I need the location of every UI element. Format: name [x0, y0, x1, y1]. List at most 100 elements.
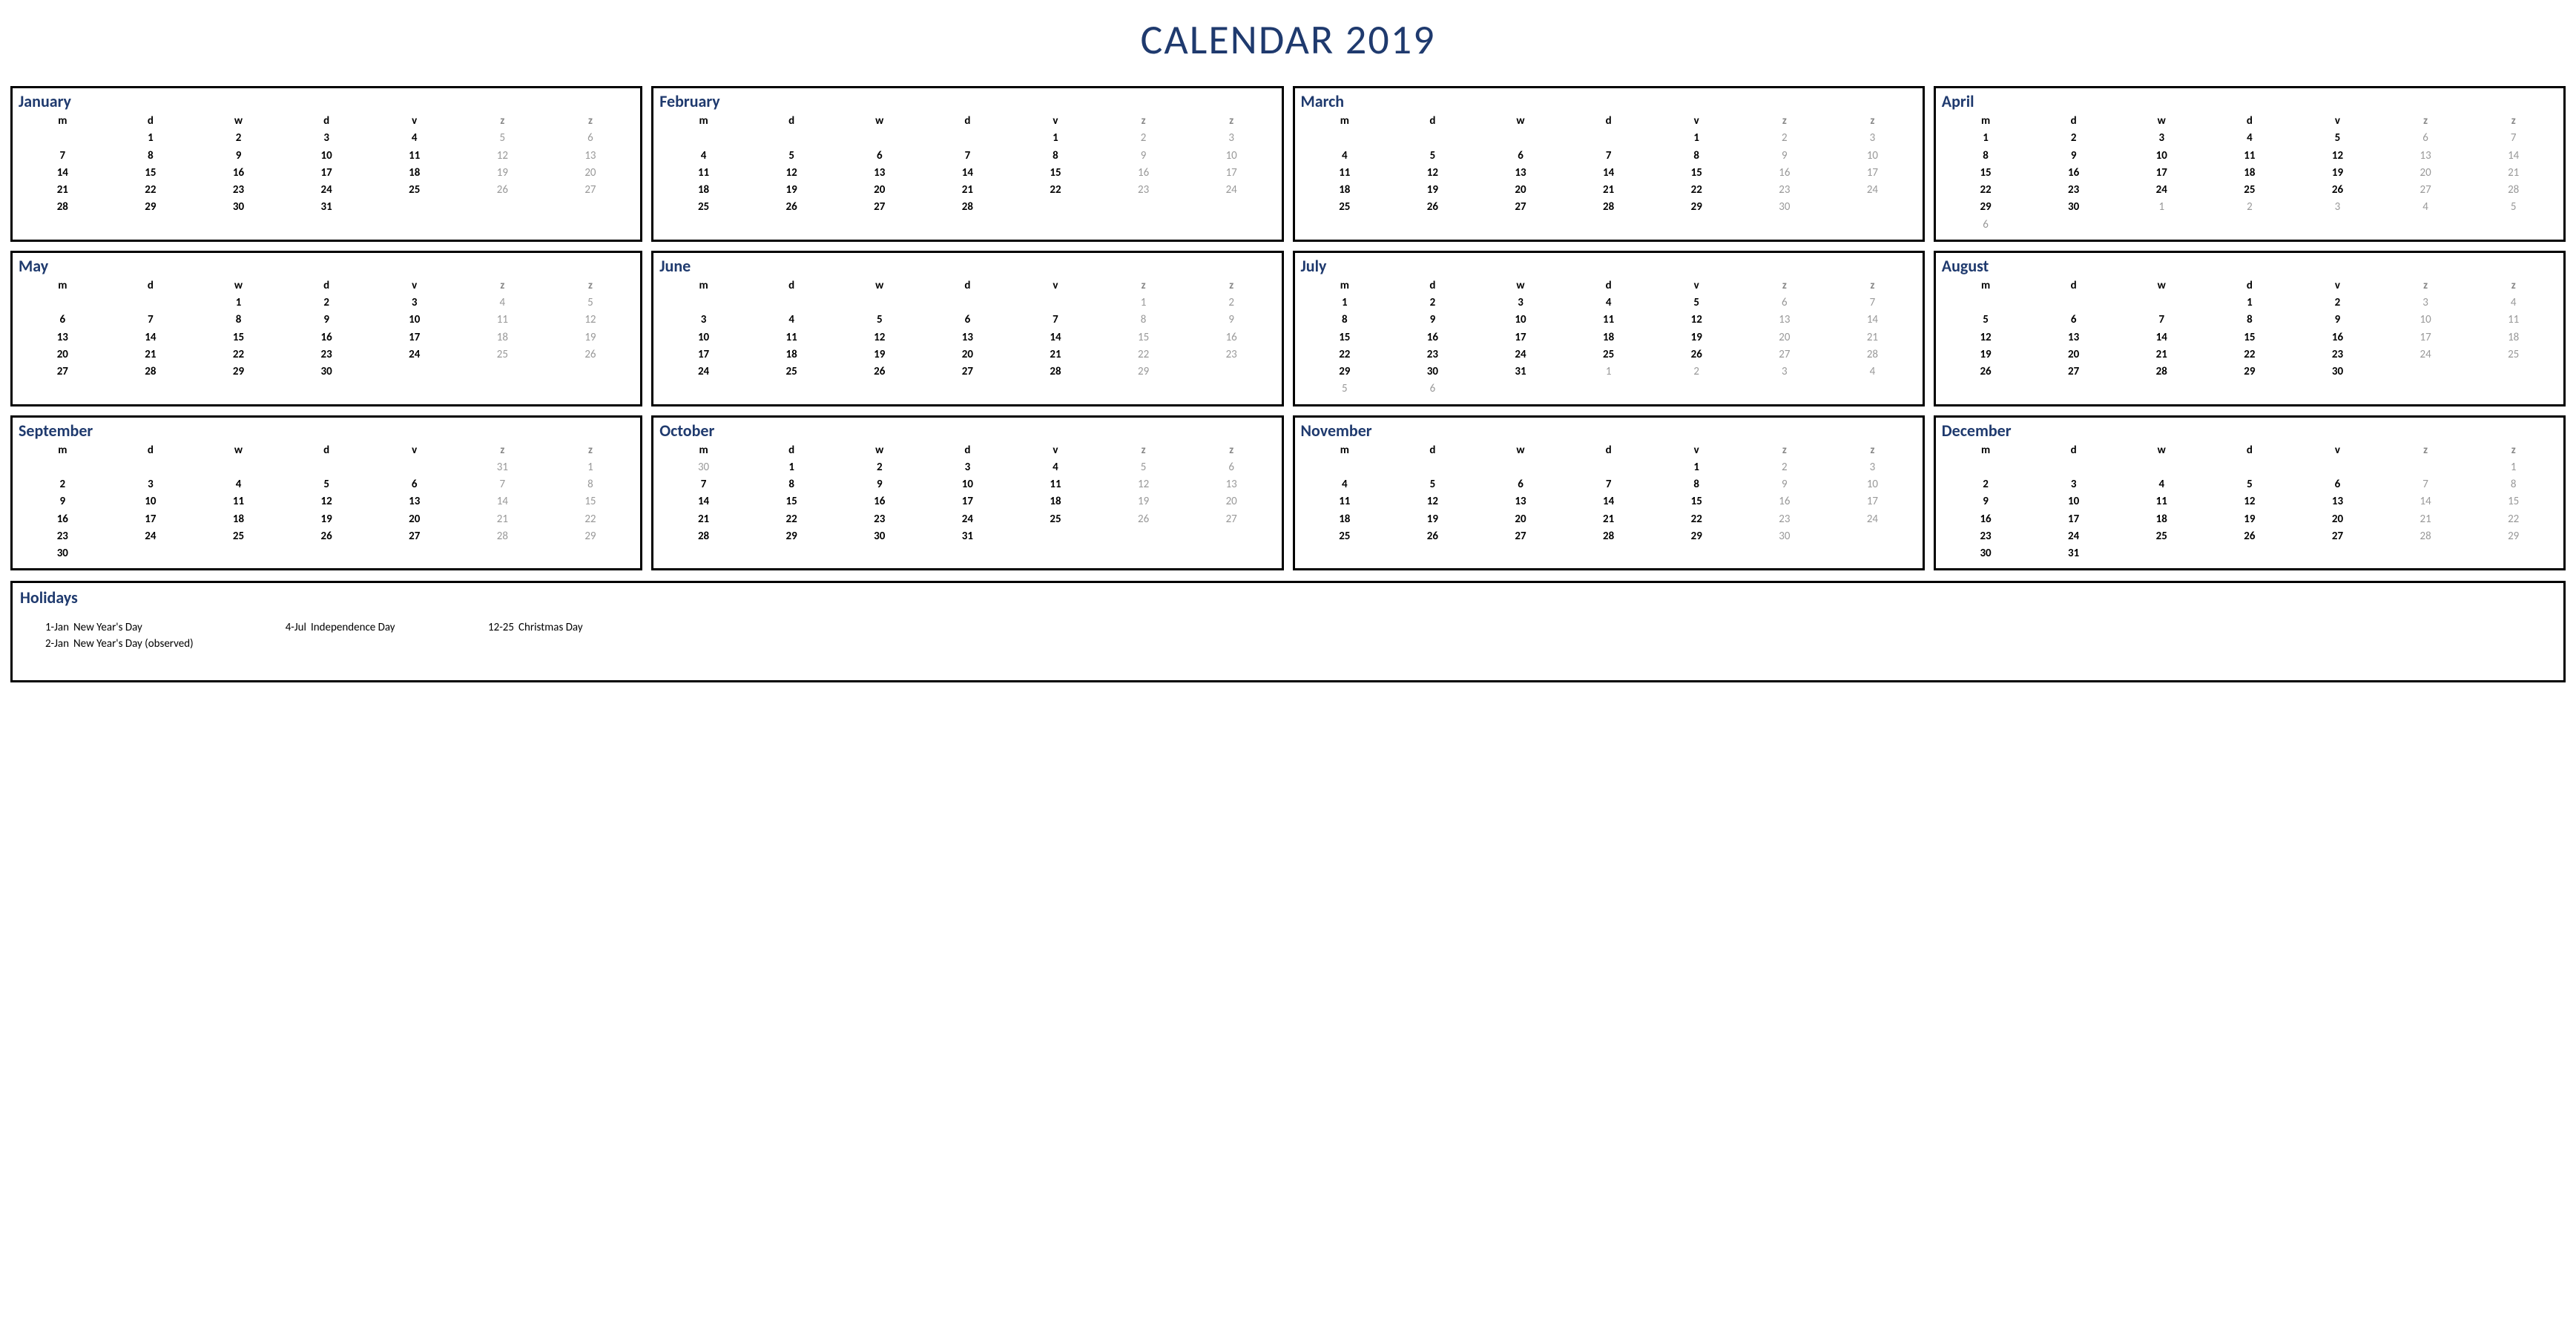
day-cell: 30 [659, 459, 748, 476]
dow-label: w [835, 277, 923, 294]
day-cell: 10 [2382, 312, 2470, 329]
day-cell: 3 [923, 459, 1012, 476]
dow-label: w [835, 442, 923, 459]
day-cell: 6 [835, 148, 923, 165]
day-cell: 19 [1942, 346, 2030, 363]
dow-label: d [923, 277, 1012, 294]
day-cell: 30 [1741, 528, 1829, 545]
week-row: 22232425262728 [1301, 346, 1917, 363]
dow-label: v [2293, 442, 2382, 459]
day-cell: 23 [1389, 346, 1477, 363]
day-cell: 6 [1477, 476, 1565, 493]
week-row: 22232425262728 [1942, 182, 2557, 199]
dow-label: z [2469, 113, 2557, 130]
week-row: 0000123 [1301, 130, 1917, 147]
day-cell: 26 [1389, 528, 1477, 545]
day-cell: 25 [1301, 199, 1389, 216]
day-cell: 24 [659, 363, 748, 381]
day-cell: 12 [1099, 476, 1187, 493]
day-cell: 9 [835, 476, 923, 493]
week-row: 10111213141516 [659, 329, 1275, 346]
week-row: 21222324252627 [19, 182, 634, 199]
day-cell: 24 [1187, 182, 1276, 199]
day-cell: 27 [19, 363, 107, 381]
day-cell: 1 [1564, 363, 1653, 381]
day-cell: 19 [283, 511, 371, 528]
dow-label: d [283, 277, 371, 294]
dow-label: m [659, 442, 748, 459]
week-row: 0000012 [659, 294, 1275, 312]
dow-label: d [923, 442, 1012, 459]
day-cell: 28 [1564, 528, 1653, 545]
day-cell: 22 [1942, 182, 2030, 199]
day-cell: 18 [2469, 329, 2557, 346]
dow-row: mdwdvzz [1942, 113, 2557, 130]
day-cell: 24 [923, 511, 1012, 528]
day-cell: 17 [370, 329, 458, 346]
dow-label: z [1187, 277, 1276, 294]
day-cell: 8 [194, 312, 283, 329]
day-cell: 16 [1942, 511, 2030, 528]
dow-label: z [1099, 113, 1187, 130]
week-row: 30000000 [19, 545, 634, 562]
week-row: 25262728000 [659, 199, 1275, 216]
day-cell: 14 [2469, 148, 2557, 165]
day-cell: 10 [923, 476, 1012, 493]
day-cell: 28 [2469, 182, 2557, 199]
dow-label: m [1301, 277, 1389, 294]
day-cell: 20 [1477, 511, 1565, 528]
dow-row: mdwdvzz [659, 277, 1275, 294]
day-cell: 31 [2029, 545, 2118, 562]
day-cell: 5 [1301, 381, 1389, 398]
month-name: June [659, 256, 1275, 276]
week-row: 00000311 [19, 459, 634, 476]
day-cell: 11 [1301, 165, 1389, 182]
day-cell: 11 [1564, 312, 1653, 329]
dow-label: v [1012, 277, 1100, 294]
dow-label: m [1301, 442, 1389, 459]
dow-label: d [2029, 113, 2118, 130]
day-cell: 20 [2382, 165, 2470, 182]
week-row: 0000123 [1301, 459, 1917, 476]
dow-label: d [2029, 277, 2118, 294]
dow-label: z [547, 277, 635, 294]
day-cell: 25 [1301, 528, 1389, 545]
day-cell: 13 [2382, 148, 2470, 165]
day-cell: 26 [1653, 346, 1741, 363]
day-cell: 21 [2118, 346, 2206, 363]
day-cell: 21 [1564, 182, 1653, 199]
day-cell: 25 [370, 182, 458, 199]
dow-label: d [283, 442, 371, 459]
week-row: 3456789 [659, 312, 1275, 329]
month-february: Februarymdwdvzz0000123456789101112131415… [651, 86, 1283, 242]
month-march: Marchmdwdvzz0000123456789101112131415161… [1293, 86, 1925, 242]
day-cell: 21 [1564, 511, 1653, 528]
day-cell: 18 [748, 346, 836, 363]
day-cell: 2 [1653, 363, 1741, 381]
dow-label: m [1301, 113, 1389, 130]
dow-label: w [194, 442, 283, 459]
week-row: 9101112131415 [1942, 493, 2557, 510]
day-cell: 25 [2469, 346, 2557, 363]
dow-label: w [194, 277, 283, 294]
week-row: 2345678 [19, 476, 634, 493]
month-name: March [1301, 91, 1917, 111]
month-may: Maymdwdvzz001234567891011121314151617181… [10, 251, 642, 406]
day-cell: 15 [107, 165, 195, 182]
day-cell: 10 [659, 329, 748, 346]
month-name: February [659, 91, 1275, 111]
day-cell: 28 [1012, 363, 1100, 381]
holiday-item: 2-JanNew Year's Day (observed) [35, 637, 257, 651]
day-cell: 11 [194, 493, 283, 510]
week-row: 262728293000 [1942, 363, 2557, 381]
day-cell: 6 [2382, 130, 2470, 147]
day-cell: 5 [1942, 312, 2030, 329]
holiday-item: 4-JulIndependence Day [272, 621, 465, 634]
day-cell: 4 [2206, 130, 2294, 147]
day-cell: 11 [2118, 493, 2206, 510]
day-cell: 8 [748, 476, 836, 493]
day-cell: 8 [2206, 312, 2294, 329]
week-row: 6789101112 [19, 312, 634, 329]
day-cell: 30 [1942, 545, 2030, 562]
day-cell: 9 [1942, 493, 2030, 510]
